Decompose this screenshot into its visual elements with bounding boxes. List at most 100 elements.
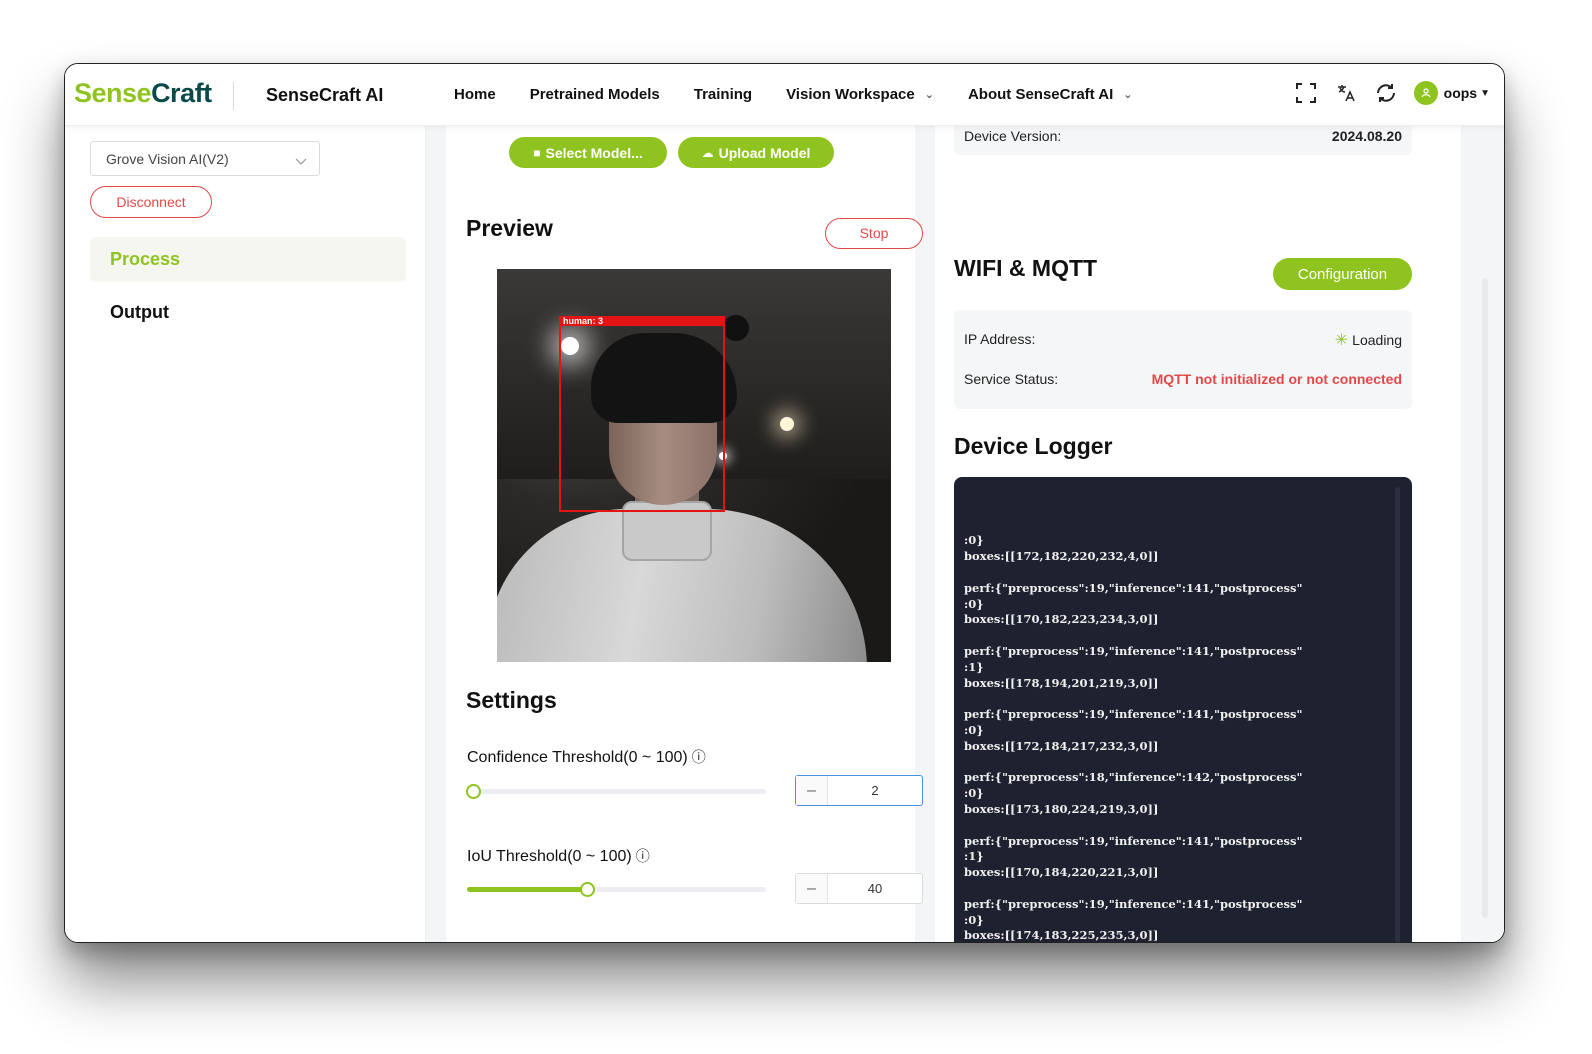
log-line: perf:{"preprocess":19,"inference":141,"p…: [964, 643, 1303, 658]
log-line: perf:{"preprocess":19,"inference":141,"p…: [964, 580, 1303, 595]
chevron-down-icon: ⌄: [924, 89, 934, 101]
wifi-mqtt-title: WIFI & MQTT: [954, 255, 1098, 281]
page-scrollbar[interactable]: [1482, 278, 1488, 918]
chevron-down-icon[interactable]: ▼: [1480, 88, 1490, 99]
device-select-value: Grove Vision AI(V2): [106, 151, 229, 167]
select-model-label: Select Model...: [545, 144, 643, 161]
confidence-slider[interactable]: [466, 784, 766, 799]
log-line: :0}: [964, 912, 984, 927]
iou-slider-handle[interactable]: [580, 882, 595, 897]
service-status-value: MQTT not initialized or not connected: [1151, 371, 1402, 387]
top-header: SenseCraft SenseCraft AI Home Pretrained…: [65, 64, 1504, 126]
detection-bounding-box: [559, 323, 725, 512]
confidence-input[interactable]: 2: [828, 776, 922, 805]
nav-pretrained-models-label: Pretrained Models: [529, 86, 660, 103]
fullscreen-icon[interactable]: [1294, 81, 1318, 105]
iou-threshold-text: IoU Threshold(0 ~ 100): [467, 848, 632, 865]
log-line: perf:{"preprocess":19,"inference":141,"p…: [964, 707, 1303, 722]
info-icon[interactable]: ⓘ: [692, 749, 706, 765]
select-model-button[interactable]: ■ Select Model...: [509, 137, 667, 168]
log-line: boxes:[[170,182,223,234,3,0]]: [964, 612, 1159, 627]
nav-about[interactable]: About SenseCraft AI ⌄: [968, 86, 1133, 103]
info-icon[interactable]: ⓘ: [636, 848, 650, 864]
log-line: :0}: [964, 786, 984, 801]
upload-model-label: Upload Model: [718, 144, 811, 161]
nav-pretrained-models[interactable]: Pretrained Models: [530, 86, 660, 103]
sidebar-item-label: Process: [110, 249, 181, 269]
confidence-slider-handle[interactable]: [466, 784, 481, 799]
header-tools: oops ▼: [1278, 81, 1490, 105]
ip-address-label: IP Address:: [964, 331, 1036, 347]
log-line: perf:{"preprocess":18,"inference":142,"p…: [964, 770, 1303, 785]
confidence-stepper[interactable]: – 2 +: [795, 775, 923, 806]
log-line: perf:{"preprocess":19,"inference":141,"p…: [964, 896, 1303, 911]
configuration-button[interactable]: Configuration: [1273, 258, 1412, 290]
device-logger-console[interactable]: :0} boxes:[[172,182,220,232,4,0]] perf:{"p…: [954, 477, 1412, 942]
nav-vision-workspace[interactable]: Vision Workspace ⌄: [786, 86, 934, 103]
translate-icon[interactable]: [1334, 81, 1358, 105]
camera-preview-image: human: 3: [497, 269, 891, 662]
main-nav: Home Pretrained Models Training Vision W…: [454, 86, 1166, 103]
iou-threshold-label: IoU Threshold(0 ~ 100) ⓘ: [467, 846, 650, 866]
confidence-threshold-text: Confidence Threshold(0 ~ 100): [467, 749, 688, 766]
log-line: boxes:[[172,184,217,232,3,0]]: [964, 738, 1159, 753]
iou-slider[interactable]: [467, 882, 766, 897]
device-version-label: Device Version:: [964, 128, 1062, 144]
nav-training-label: Training: [693, 86, 753, 103]
iou-input[interactable]: 40: [828, 874, 922, 903]
sensecraft-logo[interactable]: SenseCraft: [74, 78, 212, 109]
logo-craft: Craft: [151, 78, 212, 108]
stop-button[interactable]: Stop: [825, 218, 923, 249]
nav-training[interactable]: Training: [694, 86, 752, 103]
detection-label: human: 3: [559, 316, 725, 326]
nav-about-label: About SenseCraft AI: [967, 86, 1114, 103]
configuration-label: Configuration: [1297, 265, 1388, 283]
network-status-box: IP Address: ✳ Loading Service Status: MQT…: [954, 310, 1412, 409]
iou-slider-fill: [467, 887, 587, 892]
chevron-down-icon: [295, 153, 307, 169]
log-line: :0}: [964, 722, 984, 737]
chevron-down-icon: ⌄: [1123, 89, 1133, 101]
disconnect-button[interactable]: Disconnect: [90, 186, 212, 218]
confidence-threshold-label: Confidence Threshold(0 ~ 100) ⓘ: [467, 747, 706, 767]
device-logger-title: Device Logger: [954, 433, 1113, 459]
refresh-icon[interactable]: [1374, 81, 1398, 105]
log-line: :1}: [964, 849, 984, 864]
preview-title: Preview: [466, 215, 553, 241]
nav-home-label: Home: [454, 86, 496, 103]
ip-address-text: Loading: [1352, 332, 1402, 348]
decrement-button[interactable]: –: [796, 874, 828, 903]
service-status-label: Service Status:: [964, 371, 1059, 387]
log-line: :1}: [964, 659, 984, 674]
header-divider: [233, 82, 234, 110]
sidebar-item-output[interactable]: Output: [110, 302, 169, 323]
log-line: boxes:[[178,194,201,219,3,0]]: [964, 675, 1159, 690]
sidebar-item-label: Output: [110, 302, 169, 322]
decrement-button[interactable]: –: [796, 776, 828, 805]
logger-scrollbar[interactable]: [1395, 487, 1400, 942]
sidebar-item-process[interactable]: Process: [90, 237, 406, 282]
device-version-value: 2024.08.20: [1331, 128, 1402, 144]
right-panel: Device Version: 2024.08.20 WIFI & MQTT C…: [935, 106, 1504, 942]
log-line: boxes:[[173,180,224,219,3,0]]: [964, 801, 1159, 816]
log-line: boxes:[[172,182,220,232,4,0]]: [964, 549, 1159, 564]
log-line: :0}: [964, 533, 984, 548]
app-name: SenseCraft AI: [266, 85, 384, 105]
app-window: SenseCraft SenseCraft AI Home Pretrained…: [64, 63, 1505, 943]
nav-home[interactable]: Home: [454, 86, 496, 103]
upload-model-button[interactable]: ☁ Upload Model: [678, 137, 834, 168]
logo-sense: Sense: [74, 78, 152, 108]
log-line: boxes:[[170,184,220,221,3,0]]: [964, 865, 1159, 880]
user-avatar-icon[interactable]: [1413, 81, 1438, 105]
ip-address-value: ✳ Loading: [1335, 330, 1402, 350]
device-select[interactable]: Grove Vision AI(V2): [90, 141, 320, 176]
log-line: :0}: [964, 596, 984, 611]
preview-light: [780, 417, 794, 431]
user-name[interactable]: oops: [1444, 85, 1477, 101]
iou-stepper[interactable]: – 40 +: [795, 873, 923, 904]
